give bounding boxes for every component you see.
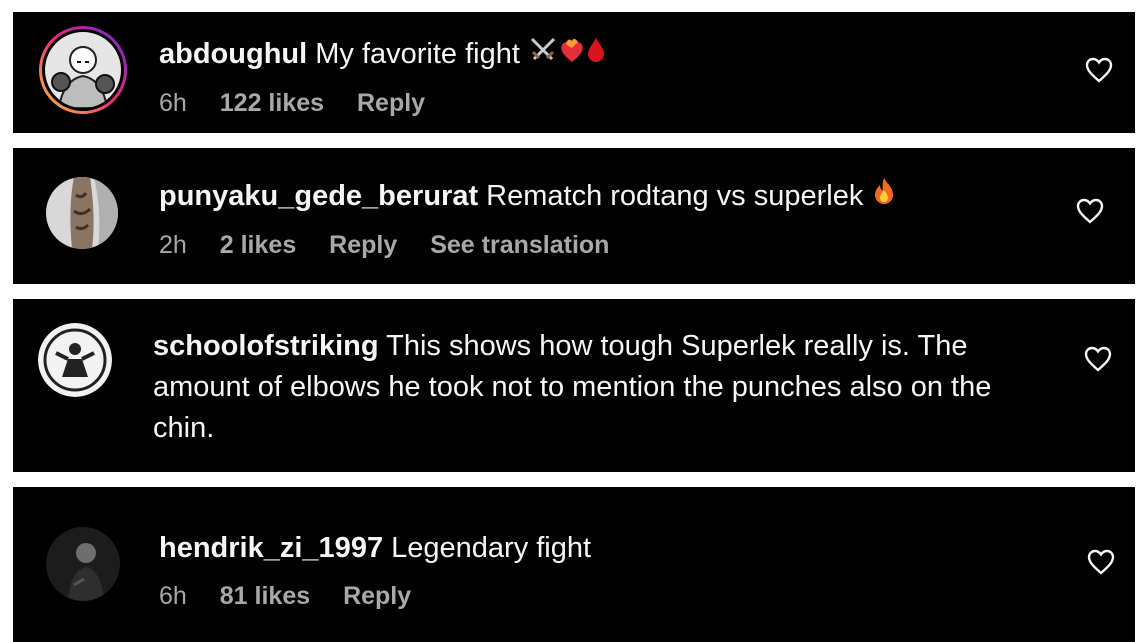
fighter-logo-avatar-icon xyxy=(38,323,112,397)
reply-button[interactable]: Reply xyxy=(329,231,397,259)
username[interactable]: punyaku_gede_berurat xyxy=(159,180,478,212)
comment-body: punyaku_gede_berurat Rematch rodtang vs … xyxy=(159,176,897,260)
comment-text: Rematch rodtang vs superlek xyxy=(486,180,864,212)
comment-text-line: abdoughul My favorite fight xyxy=(159,34,606,76)
likes-count[interactable]: 2 likes xyxy=(220,231,296,259)
avatar[interactable] xyxy=(46,527,120,601)
reply-button[interactable]: Reply xyxy=(357,89,425,117)
comment-body: schoolofstriking This shows how tough Su… xyxy=(153,326,1053,449)
comment-body: abdoughul My favorite fight 6h 122 likes… xyxy=(159,34,606,118)
fire-icon xyxy=(871,176,897,218)
comment-time: 6h xyxy=(159,582,187,610)
tattooed-leg-avatar-icon xyxy=(46,177,118,249)
like-heart-icon[interactable] xyxy=(1076,198,1104,224)
see-translation-button[interactable]: See translation xyxy=(430,231,609,259)
username[interactable]: schoolofstriking xyxy=(153,330,379,362)
comment-text-line: schoolofstriking This shows how tough Su… xyxy=(153,326,1053,449)
likes-count[interactable]: 122 likes xyxy=(220,89,324,117)
reply-button[interactable]: Reply xyxy=(343,582,411,610)
like-heart-icon[interactable] xyxy=(1085,57,1113,83)
username[interactable]: abdoughul xyxy=(159,38,307,70)
boxer-sketch-avatar-icon xyxy=(39,26,127,114)
comment-meta: 2h 2 likes Reply See translation xyxy=(159,230,897,260)
drop-of-blood-icon xyxy=(586,35,606,76)
comment-meta: 6h 122 likes Reply xyxy=(159,88,606,118)
person-dark-avatar-icon xyxy=(46,527,120,601)
crossed-swords-icon xyxy=(528,35,558,76)
comment-text-line: punyaku_gede_berurat Rematch rodtang vs … xyxy=(159,176,897,218)
avatar[interactable] xyxy=(37,24,129,116)
comment-meta: 6h 81 likes Reply xyxy=(159,581,591,611)
heart-on-fire-icon xyxy=(558,35,586,76)
username[interactable]: hendrik_zi_1997 xyxy=(159,532,383,564)
comment-item: abdoughul My favorite fight 6h 122 likes… xyxy=(13,12,1135,133)
comment-item: punyaku_gede_berurat Rematch rodtang vs … xyxy=(13,148,1135,284)
comment-item: schoolofstriking This shows how tough Su… xyxy=(13,299,1135,472)
like-heart-icon[interactable] xyxy=(1087,549,1115,575)
likes-count[interactable]: 81 likes xyxy=(220,582,310,610)
avatar[interactable] xyxy=(38,323,112,397)
comment-body: hendrik_zi_1997 Legendary fight 6h 81 li… xyxy=(159,528,591,611)
comment-text-line: hendrik_zi_1997 Legendary fight xyxy=(159,528,591,569)
comment-item: hendrik_zi_1997 Legendary fight 6h 81 li… xyxy=(13,487,1135,642)
comment-text: My favorite fight xyxy=(315,38,520,70)
comment-time: 2h xyxy=(159,231,187,260)
comment-text: Legendary fight xyxy=(391,532,592,564)
avatar[interactable] xyxy=(46,177,118,249)
comment-time: 6h xyxy=(159,88,187,117)
like-heart-icon[interactable] xyxy=(1084,346,1112,372)
